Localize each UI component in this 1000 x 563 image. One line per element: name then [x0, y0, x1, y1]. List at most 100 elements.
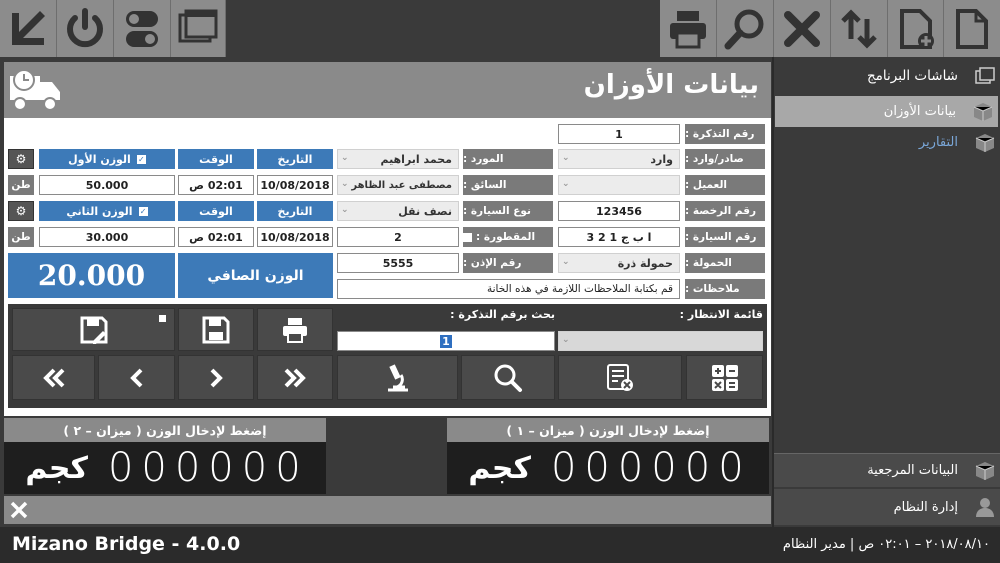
list-cancel-icon [607, 363, 633, 391]
queue-select[interactable]: ⌄ [558, 331, 763, 351]
first-date-header: التاريخ [257, 149, 333, 169]
chevron-down-icon: ⌄ [562, 335, 570, 345]
windows-icon [975, 67, 995, 84]
car-no-field[interactable]: ا ب ج 1 2 3 [558, 227, 680, 247]
refresh-button[interactable] [831, 0, 888, 57]
client-label: العميل : [685, 175, 765, 195]
power-button[interactable] [57, 0, 114, 57]
microscope-button[interactable] [337, 355, 458, 400]
trailer-label: المقطورة : [463, 227, 553, 247]
notes-field[interactable]: قم بكتابة الملاحظات اللازمة في هذه الخان… [337, 279, 680, 299]
box-icon [973, 103, 993, 121]
first-weight-settings-button[interactable]: ⚙ [8, 149, 34, 169]
gear-icon: ⚙ [15, 204, 27, 218]
scale-2-digits: 000000 [107, 445, 301, 491]
save-button[interactable] [178, 308, 254, 351]
file-add-icon [899, 8, 934, 49]
search-input[interactable]: 1 [337, 331, 555, 351]
app-name: Mizano Bridge - 4.0.0 [12, 533, 241, 555]
sidebar-header: شاشات البرنامج [774, 60, 1000, 91]
car-no-label: رقم السيارة : [685, 227, 765, 247]
search-ticket-button[interactable] [461, 355, 555, 400]
printer-icon [670, 10, 706, 48]
calculator-button[interactable] [686, 355, 763, 400]
first-record-button[interactable] [12, 355, 95, 400]
first-weight-field[interactable]: 50.000 [39, 175, 175, 195]
cancel-list-button[interactable] [558, 355, 682, 400]
supplier-select[interactable]: محمد ابراهيم ⌄ [337, 149, 459, 169]
second-time-field[interactable]: 02:01 ص [178, 227, 254, 247]
new-button[interactable] [944, 0, 1000, 57]
first-time-field[interactable]: 02:01 ص [178, 175, 254, 195]
scale-1-display[interactable]: كجم 000000 [447, 442, 769, 494]
delete-button[interactable] [774, 0, 831, 57]
ticket-field[interactable]: 1 [558, 124, 680, 144]
scale-2-title[interactable]: ( ميزان – ٢ ) إضغط لإدخال الوزن [4, 418, 326, 442]
chevron-down-icon: ⌄ [341, 179, 349, 189]
net-weight-value: 20.000 [8, 253, 175, 298]
second-weight-settings-button[interactable]: ⚙ [8, 201, 34, 221]
car-type-label: نوع السيارة : [463, 201, 553, 221]
search-icon [724, 9, 764, 49]
license-field[interactable]: 123456 [558, 201, 680, 221]
close-icon [784, 10, 820, 47]
power-icon [67, 7, 103, 47]
windows-icon [178, 9, 218, 42]
chevron-down-icon: ⌄ [562, 179, 570, 189]
first-weight-checkbox[interactable]: ✓ [136, 154, 146, 164]
arrow-down-left-icon [12, 10, 45, 45]
chevron-down-icon: ⌄ [341, 205, 349, 215]
load-select[interactable]: حمولة ذرة ⌄ [558, 253, 680, 273]
truck-clock-icon [10, 69, 60, 111]
sidebar-item-reference-data[interactable]: البيانات المرجعية [774, 453, 1000, 487]
chevron-down-icon: ⌄ [562, 257, 570, 267]
first-weight-header: الوزن الأول ✓ [39, 149, 175, 169]
refresh-icon [841, 8, 877, 49]
save-edit-button[interactable] [12, 308, 175, 351]
floppy-edit-icon [80, 316, 107, 344]
next-record-button[interactable] [178, 355, 254, 400]
first-time-header: الوقت [178, 149, 254, 169]
sidebar-item-reports[interactable]: التقارير [774, 127, 1000, 158]
second-weight-field[interactable]: 30.000 [39, 227, 175, 247]
page-title: بيانات الأوزان [583, 70, 759, 100]
scale-1-title[interactable]: ( ميزان – ١ ) إضغط لإدخال الوزن [447, 418, 769, 442]
direction-select[interactable]: وارد ⌄ [558, 149, 680, 169]
search-icon [494, 364, 522, 392]
windows-button[interactable] [171, 0, 226, 57]
print-button[interactable] [660, 0, 717, 57]
toggle-button[interactable] [114, 0, 171, 57]
second-date-field[interactable]: 10/08/2018 [257, 227, 333, 247]
file-icon [956, 8, 988, 49]
queue-label: قائمة الانتظار : [679, 308, 763, 321]
previous-record-button[interactable] [98, 355, 175, 400]
scale-1-unit: كجم [468, 450, 531, 486]
trailer-field[interactable]: 2 [337, 227, 459, 247]
second-time-header: الوقت [178, 201, 254, 221]
scale-2-display[interactable]: كجم 000000 [4, 442, 326, 494]
trailer-checkbox[interactable] [463, 232, 472, 242]
exit-icon-button[interactable] [0, 0, 57, 57]
driver-select[interactable]: مصطفى عبد الظاهر ⌄ [337, 175, 459, 195]
car-type-select[interactable]: نصف نقل ⌄ [337, 201, 459, 221]
double-chevron-right-icon [284, 368, 306, 387]
first-date-field[interactable]: 10/08/2018 [257, 175, 333, 195]
client-select[interactable]: ⌄ [558, 175, 680, 195]
direction-label: صادر/وارد : [685, 149, 765, 169]
sidebar-item-weights[interactable]: بيانات الأوزان [775, 96, 998, 127]
new-copy-button[interactable] [888, 0, 944, 57]
double-chevron-left-icon [42, 368, 64, 387]
close-icon[interactable] [10, 501, 28, 519]
scale-2-unit: كجم [25, 450, 88, 486]
print-ticket-button[interactable] [257, 308, 333, 351]
last-record-button[interactable] [257, 355, 333, 400]
net-weight-label: الوزن الصافي [178, 253, 333, 298]
search-label: بحث برقم التذكرة : [450, 308, 555, 321]
second-unit-label: طن [8, 227, 34, 247]
second-weight-checkbox[interactable]: ✓ [138, 206, 148, 216]
scale-1-digits: 000000 [550, 445, 744, 491]
sidebar-item-system-admin[interactable]: إدارة النظام [774, 489, 1000, 525]
permit-field[interactable]: 5555 [337, 253, 459, 273]
first-unit-label: طن [8, 175, 34, 195]
search-button[interactable] [717, 0, 774, 57]
